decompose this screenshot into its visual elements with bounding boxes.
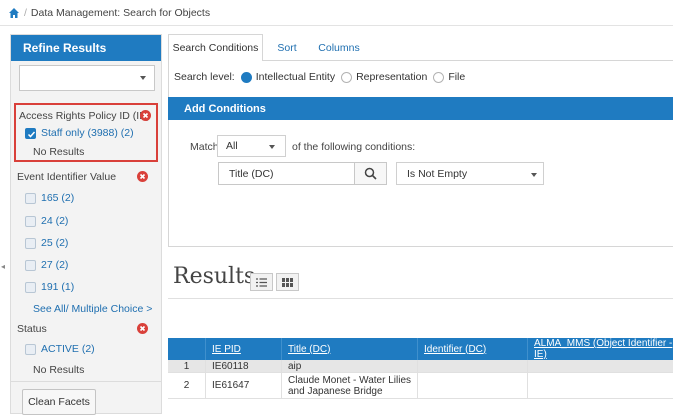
- match-select-value: All: [226, 140, 238, 152]
- facet-item[interactable]: 191 (1): [25, 281, 74, 293]
- list-icon: [256, 277, 267, 287]
- divider: [11, 381, 161, 382]
- match-label: Match: [190, 141, 219, 153]
- cell-alma-mms: [528, 373, 673, 398]
- tab-sort[interactable]: Sort: [265, 34, 309, 62]
- facet-item-label: 165 (2): [41, 192, 75, 204]
- facet-item[interactable]: Staff only (3988) (2): [25, 127, 134, 139]
- results-table: IE PID Title (DC) Identifier (DC) ALMA_M…: [168, 338, 673, 399]
- tab-search-conditions[interactable]: Search Conditions: [168, 34, 263, 62]
- refine-results-header: Refine Results: [11, 35, 161, 61]
- column-header-identifier[interactable]: Identifier (DC): [418, 338, 528, 360]
- operator-select-value: Is Not Empty: [407, 167, 468, 180]
- checkbox[interactable]: [25, 281, 36, 293]
- facet-title: Event Identifier Value: [17, 171, 117, 183]
- checkbox[interactable]: [25, 237, 36, 249]
- chevron-down-icon: [140, 76, 146, 80]
- cell-identifier: [418, 360, 528, 372]
- search-icon: [364, 167, 377, 180]
- results-title: Results: [173, 264, 256, 289]
- home-icon[interactable]: [8, 7, 20, 19]
- condition-field[interactable]: Title (DC): [218, 162, 355, 185]
- facet-access-rights: Access Rights Policy ID (IE) Staff only …: [14, 103, 158, 162]
- facet-item[interactable]: 25 (2): [25, 237, 68, 249]
- tab-columns[interactable]: Columns: [310, 34, 368, 62]
- tab-bar: Search Conditions Sort Columns: [168, 34, 673, 62]
- facet-item-label: 27 (2): [41, 259, 69, 271]
- breadcrumb: / Data Management: Search for Objects: [0, 0, 673, 26]
- facet-item[interactable]: 27 (2): [25, 259, 68, 271]
- facet-item-label: 25 (2): [41, 237, 69, 249]
- checkbox[interactable]: [25, 192, 36, 204]
- checkbox[interactable]: [25, 215, 36, 227]
- cell-identifier: [418, 373, 528, 398]
- clean-facets-button[interactable]: Clean Facets: [22, 389, 96, 415]
- match-rest-text: of the following conditions:: [292, 141, 416, 153]
- column-header-alma-mms[interactable]: ALMA_MMS (Object Identifier - IE): [528, 338, 673, 360]
- checkbox[interactable]: [25, 259, 36, 271]
- facet-item[interactable]: 24 (2): [25, 215, 68, 227]
- breadcrumb-separator: /: [24, 6, 27, 19]
- remove-facet-icon[interactable]: [140, 110, 151, 121]
- refine-sidebar: Refine Results Access Rights Policy ID (…: [10, 34, 162, 415]
- field-search-button[interactable]: [354, 162, 387, 185]
- facet-item[interactable]: ACTIVE (2): [25, 343, 95, 355]
- radio-label[interactable]: File: [448, 71, 465, 83]
- facet-title: Status: [17, 323, 47, 335]
- cell-title: aip: [282, 360, 418, 372]
- collapse-handle-icon[interactable]: ◂: [1, 262, 5, 271]
- remove-facet-icon[interactable]: [137, 323, 148, 334]
- remove-facet-icon[interactable]: [137, 171, 148, 182]
- no-results-text: No Results: [33, 146, 85, 158]
- cell-ie-pid: IE60118: [206, 360, 282, 372]
- row-number: 1: [168, 360, 206, 372]
- cell-title: Claude Monet - Water Lilies and Japanese…: [282, 373, 418, 398]
- facet-title: Access Rights Policy ID (IE): [19, 110, 150, 122]
- match-select[interactable]: All: [217, 135, 286, 157]
- facet-item-label: ACTIVE (2): [41, 343, 95, 355]
- row-number: 2: [168, 373, 206, 398]
- table-header: IE PID Title (DC) Identifier (DC) ALMA_M…: [168, 338, 673, 360]
- checkbox-checked[interactable]: [25, 127, 36, 139]
- operator-select[interactable]: Is Not Empty: [396, 162, 544, 185]
- chevron-down-icon: [269, 145, 275, 149]
- cell-ie-pid: IE61647: [206, 373, 282, 398]
- radio[interactable]: [433, 71, 445, 83]
- search-level-label: Search level:: [174, 71, 235, 83]
- radio-label[interactable]: Intellectual Entity: [256, 71, 335, 83]
- grid-icon: [282, 277, 293, 287]
- checkbox[interactable]: [25, 343, 36, 355]
- radio-selected[interactable]: [240, 71, 252, 83]
- table-row[interactable]: 1 IE60118 aip: [168, 360, 673, 373]
- facet-item-label: Staff only (3988) (2): [41, 127, 134, 139]
- see-all-link[interactable]: See All/ Multiple Choice >: [33, 303, 152, 315]
- facet-item-label: 24 (2): [41, 215, 69, 227]
- facet-item-label: 191 (1): [41, 281, 75, 293]
- search-level: Search level: Intellectual Entity Repres…: [174, 71, 465, 83]
- add-conditions-header[interactable]: Add Conditions: [168, 97, 673, 120]
- radio[interactable]: [341, 71, 353, 83]
- no-results-text: No Results: [33, 364, 85, 376]
- grid-view-button[interactable]: [276, 273, 299, 291]
- table-row[interactable]: 2 IE61647 Claude Monet - Water Lilies an…: [168, 373, 673, 399]
- radio-label[interactable]: Representation: [356, 71, 427, 83]
- cell-alma-mms: [528, 360, 673, 372]
- refine-select[interactable]: [19, 65, 155, 91]
- column-header-ie-pid[interactable]: IE PID: [206, 338, 282, 360]
- facet-item[interactable]: 165 (2): [25, 192, 74, 204]
- column-header-title[interactable]: Title (DC): [282, 338, 418, 360]
- column-header: [168, 338, 206, 360]
- chevron-down-icon: [531, 173, 537, 177]
- list-view-button[interactable]: [250, 273, 273, 291]
- divider: [168, 298, 673, 299]
- breadcrumb-current: Data Management: Search for Objects: [30, 6, 211, 19]
